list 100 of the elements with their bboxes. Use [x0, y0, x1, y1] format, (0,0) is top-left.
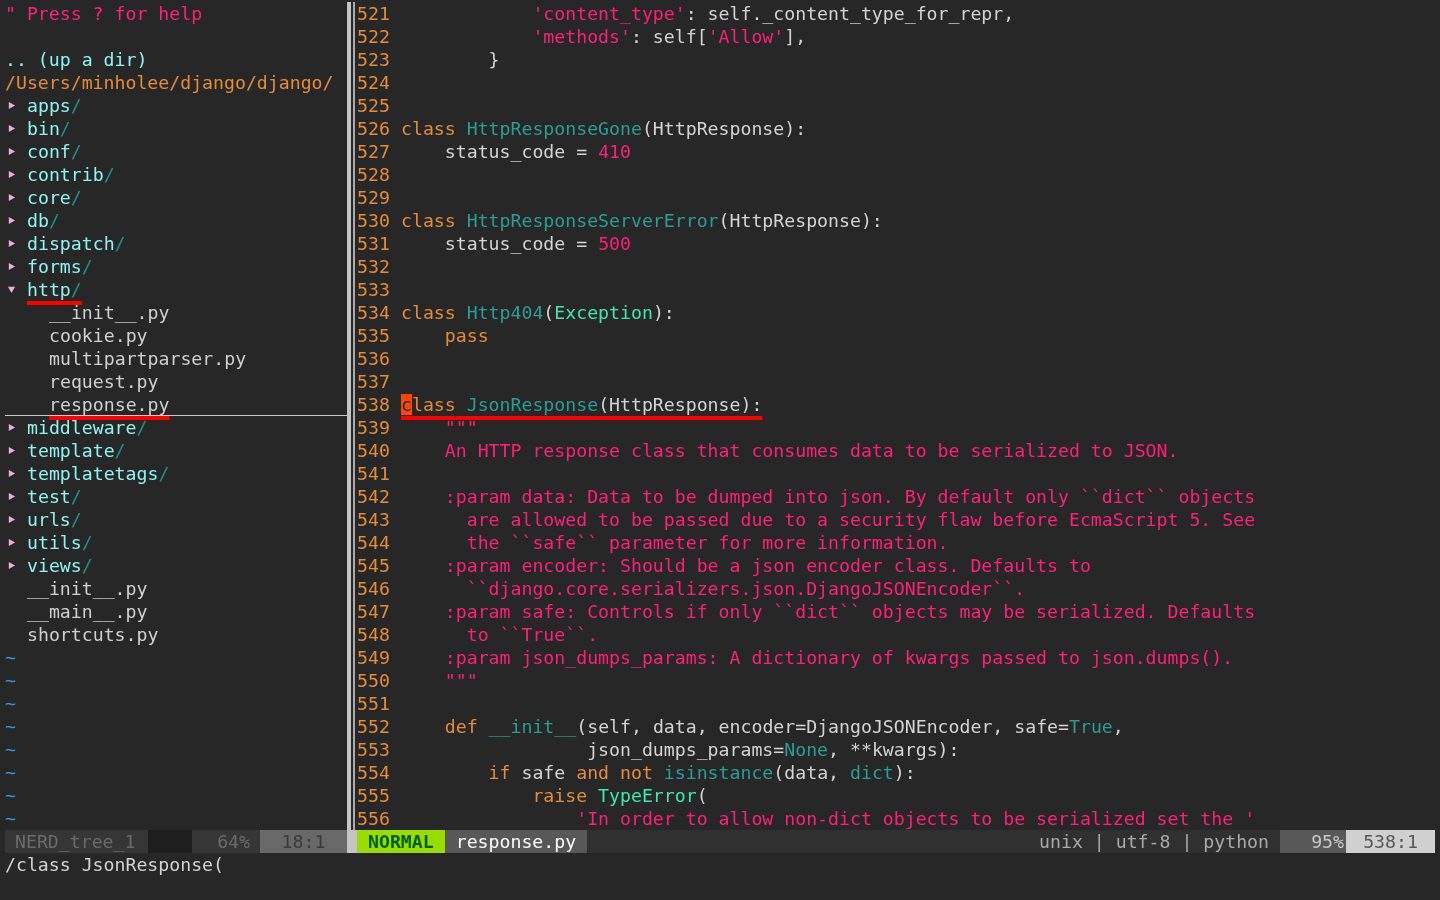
- code-line: to ``True``.: [466, 624, 599, 645]
- line-number: 522: [357, 25, 391, 48]
- line-number: 553: [357, 738, 391, 761]
- code-line: :param json_dumps_params: A dictionary of kwargs passed to json.dumps().: [444, 647, 1234, 668]
- file-item[interactable]: cookie.py: [49, 325, 148, 346]
- code-line: """: [444, 670, 478, 691]
- line-number: 547: [357, 600, 391, 623]
- line-number: 523: [357, 48, 391, 71]
- folder-item[interactable]: contrib/: [27, 164, 115, 185]
- scroll-percent: 95%: [1280, 830, 1346, 853]
- file-item[interactable]: response.py: [49, 394, 170, 415]
- folder-item[interactable]: apps/: [27, 95, 82, 116]
- expand-triangle-icon[interactable]: [7, 101, 16, 110]
- line-number: 544: [357, 531, 391, 554]
- folder-item[interactable]: utils/: [27, 532, 93, 553]
- line-number: 534: [357, 301, 391, 324]
- file-item[interactable]: request.py: [49, 371, 159, 392]
- help-hint: " Press ? for help: [5, 2, 203, 25]
- file-item[interactable]: __init__.py: [27, 578, 148, 599]
- folder-item[interactable]: urls/: [27, 509, 82, 530]
- folder-item[interactable]: http/: [27, 279, 82, 300]
- line-number: 549: [357, 646, 391, 669]
- expand-triangle-icon[interactable]: [7, 193, 16, 202]
- line-number: 521: [357, 2, 391, 25]
- expand-triangle-icon[interactable]: [7, 170, 16, 179]
- line-number: 551: [357, 692, 391, 715]
- expand-triangle-icon[interactable]: [7, 124, 16, 133]
- folder-item[interactable]: bin/: [27, 118, 71, 139]
- file-info: unix | utf-8 | python: [1039, 830, 1270, 853]
- file-item[interactable]: multipartparser.py: [49, 348, 247, 369]
- cursor-position: 538:1: [1346, 830, 1435, 853]
- code-line: An HTTP response class that consumes data to be serialized to JSON.: [444, 440, 1179, 461]
- code-line: json_dumps_params=None, **kwargs):: [587, 739, 960, 760]
- expand-triangle-icon[interactable]: [7, 239, 16, 248]
- line-number: 536: [357, 347, 391, 370]
- line-number: 530: [357, 209, 391, 232]
- line-number: 533: [357, 278, 391, 301]
- folder-item[interactable]: templatetags/: [27, 463, 170, 484]
- collapse-triangle-icon[interactable]: [7, 285, 16, 294]
- status-segment: [148, 830, 192, 853]
- empty-line-marker: ~: [5, 761, 16, 784]
- code-line: }: [488, 49, 500, 70]
- line-number: 555: [357, 784, 391, 807]
- line-number: 537: [357, 370, 391, 393]
- folder-item[interactable]: dispatch/: [27, 233, 126, 254]
- file-item[interactable]: __init__.py: [49, 302, 170, 323]
- line-number: 538: [357, 393, 391, 416]
- line-number: 524: [357, 71, 391, 94]
- line-number: 529: [357, 186, 391, 209]
- line-number: 535: [357, 324, 391, 347]
- expand-triangle-icon[interactable]: [7, 216, 16, 225]
- expand-triangle-icon[interactable]: [7, 469, 16, 478]
- expand-triangle-icon[interactable]: [7, 446, 16, 455]
- code-line: ``django.core.serializers.json.DjangoJSONEncoder``.: [466, 578, 1026, 599]
- code-line: are allowed to be passed due to a security flaw before EcmaScript 5. See: [466, 509, 1256, 530]
- file-name: response.py: [444, 830, 588, 853]
- line-number: 540: [357, 439, 391, 462]
- command-line: /class JsonResponse(: [5, 854, 224, 875]
- line-number: 542: [357, 485, 391, 508]
- line-number: 526: [357, 117, 391, 140]
- code-line: class JsonResponse(HttpResponse):: [401, 394, 763, 415]
- file-item[interactable]: shortcuts.py: [27, 624, 159, 645]
- code-line: 'content_type': self._content_type_for_repr,: [532, 3, 1015, 24]
- expand-triangle-icon[interactable]: [7, 423, 16, 432]
- folder-item[interactable]: template/: [27, 440, 126, 461]
- line-number: 552: [357, 715, 391, 738]
- empty-line-marker: ~: [5, 738, 16, 761]
- line-number: 541: [357, 462, 391, 485]
- code-line: class HttpResponseServerError(HttpResponse):: [401, 210, 883, 231]
- expand-triangle-icon[interactable]: [7, 147, 16, 156]
- empty-line-marker: ~: [5, 669, 16, 692]
- code-line: status_code = 500: [444, 233, 631, 254]
- folder-item[interactable]: middleware/: [27, 417, 148, 438]
- code-line: class Http404(Exception):: [401, 302, 675, 323]
- line-number: 525: [357, 94, 391, 117]
- code-line: :param data: Data to be dumped into json. By default only ``dict`` objects: [444, 486, 1256, 507]
- line-number: 539: [357, 416, 391, 439]
- line-number: 556: [357, 807, 391, 830]
- code-line: """: [444, 417, 478, 438]
- expand-triangle-icon[interactable]: [7, 492, 16, 501]
- code-line: def __init__(self, data, encoder=DjangoJSONEncoder, safe=True,: [444, 716, 1124, 737]
- code-line: 'methods': self['Allow'],: [532, 26, 807, 47]
- up-dir-link[interactable]: .. (up a dir): [5, 48, 148, 71]
- expand-triangle-icon[interactable]: [7, 515, 16, 524]
- code-line: if safe and not isinstance(data, dict):: [488, 762, 916, 783]
- folder-item[interactable]: forms/: [27, 256, 93, 277]
- folder-item[interactable]: core/: [27, 187, 82, 208]
- file-item[interactable]: __main__.py: [27, 601, 148, 622]
- line-number: 527: [357, 140, 391, 163]
- empty-line-marker: ~: [5, 715, 16, 738]
- folder-item[interactable]: views/: [27, 555, 93, 576]
- code-line: pass: [444, 325, 489, 346]
- folder-item[interactable]: db/: [27, 210, 60, 231]
- folder-item[interactable]: conf/: [27, 141, 82, 162]
- folder-item[interactable]: test/: [27, 486, 82, 507]
- expand-triangle-icon[interactable]: [7, 262, 16, 271]
- expand-triangle-icon[interactable]: [7, 538, 16, 547]
- expand-triangle-icon[interactable]: [7, 561, 16, 570]
- code-line: status_code = 410: [444, 141, 631, 162]
- root-path: /Users/minholee/django/django/: [5, 71, 334, 94]
